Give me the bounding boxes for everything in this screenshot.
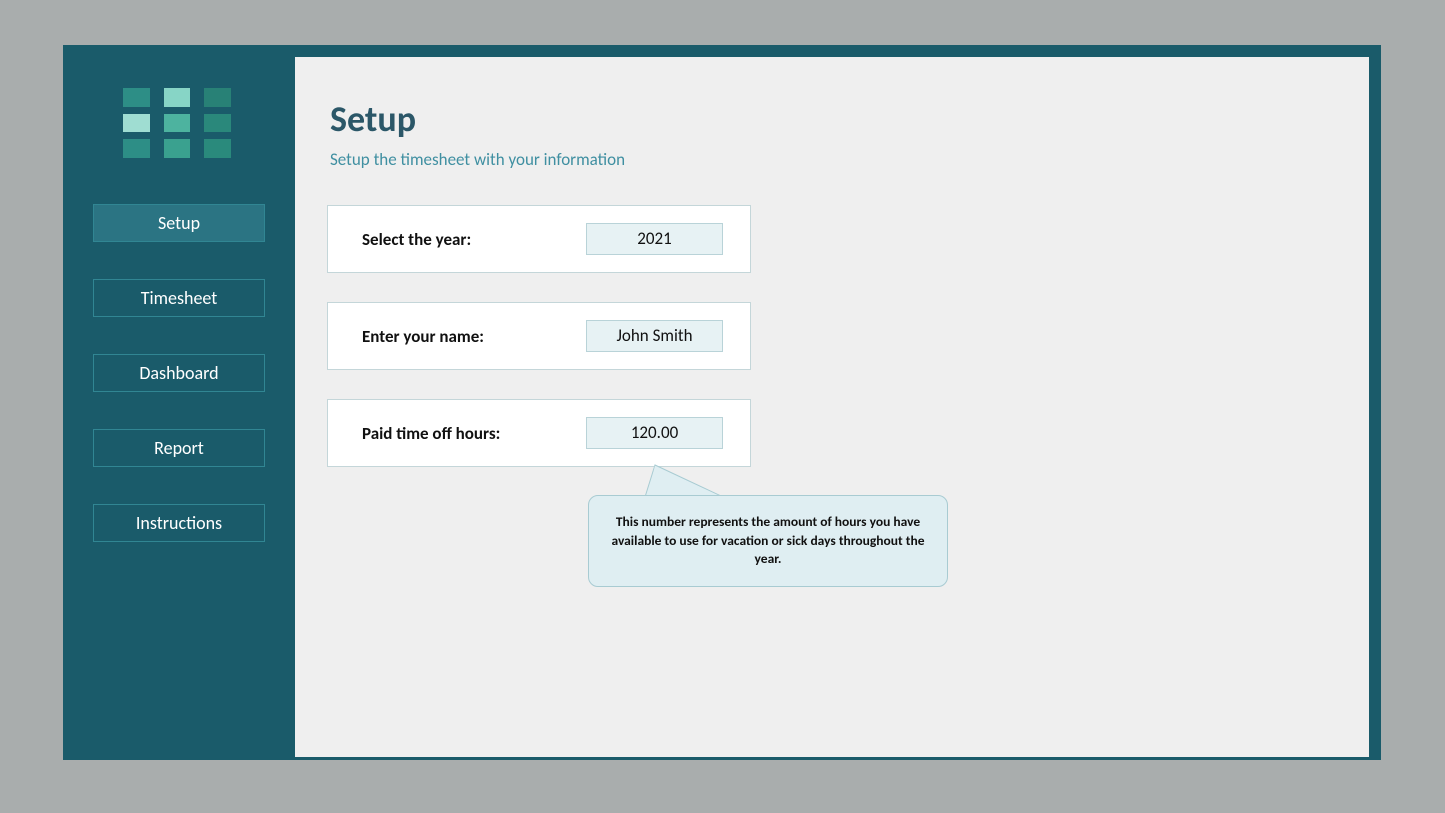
pto-label: Paid time off hours: <box>362 423 500 444</box>
field-card-year: Select the year: 2021 <box>327 205 751 273</box>
nav: Setup Timesheet Dashboard Report Instruc… <box>93 204 265 579</box>
logo-cell <box>204 114 231 133</box>
pto-callout-text: This number represents the amount of hou… <box>611 513 925 570</box>
name-input[interactable]: John Smith <box>586 320 723 352</box>
nav-item-timesheet[interactable]: Timesheet <box>93 279 265 317</box>
pto-input[interactable]: 120.00 <box>586 417 723 449</box>
year-label: Select the year: <box>362 229 471 250</box>
page-title: Setup <box>330 97 416 141</box>
page-subtitle: Setup the timesheet with your informatio… <box>330 149 625 170</box>
logo-cell <box>123 114 150 133</box>
nav-item-setup[interactable]: Setup <box>93 204 265 242</box>
year-input[interactable]: 2021 <box>586 223 723 255</box>
logo-cell <box>164 114 191 133</box>
main-panel: Setup Setup the timesheet with your info… <box>295 57 1369 757</box>
field-card-pto: Paid time off hours: 120.00 <box>327 399 751 467</box>
logo-cell <box>204 139 231 158</box>
nav-item-dashboard[interactable]: Dashboard <box>93 354 265 392</box>
name-label: Enter your name: <box>362 326 484 347</box>
logo-cell <box>123 139 150 158</box>
nav-item-instructions[interactable]: Instructions <box>93 504 265 542</box>
pto-callout: This number represents the amount of hou… <box>588 495 948 587</box>
logo-cell <box>164 88 191 107</box>
logo-icon <box>123 88 231 158</box>
app-window: Setup Timesheet Dashboard Report Instruc… <box>63 45 1381 760</box>
logo-cell <box>164 139 191 158</box>
logo-cell <box>123 88 150 107</box>
nav-item-report[interactable]: Report <box>93 429 265 467</box>
sidebar: Setup Timesheet Dashboard Report Instruc… <box>63 45 295 760</box>
logo-cell <box>204 88 231 107</box>
field-card-name: Enter your name: John Smith <box>327 302 751 370</box>
